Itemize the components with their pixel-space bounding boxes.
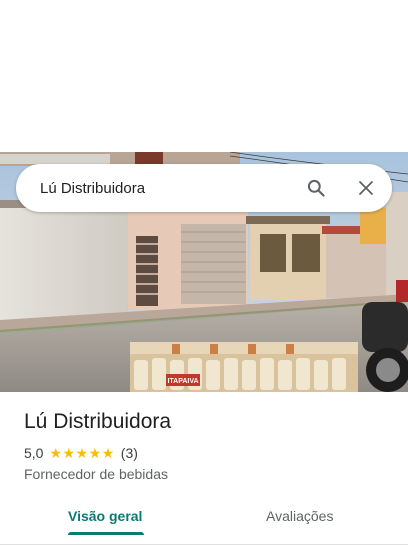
tab-overview[interactable]: Visão geral: [68, 496, 142, 536]
tab-bar: Visão geral Avaliações: [0, 496, 408, 545]
review-count[interactable]: (3): [121, 445, 138, 461]
search-input[interactable]: Lú Distribuidora: [40, 180, 304, 197]
star-rating: ★ ★ ★ ★ ★: [49, 446, 114, 460]
star-icon: ★: [88, 445, 102, 461]
star-icon: ★: [75, 445, 89, 461]
star-icon: ★: [62, 445, 76, 461]
place-category: Fornecedor de bebidas: [24, 466, 168, 482]
photo-sign-text: ITAPAIVA: [167, 378, 198, 385]
search-bar[interactable]: Lú Distribuidora: [16, 164, 392, 212]
rating-value: 5,0: [24, 445, 44, 461]
search-icon[interactable]: [304, 176, 328, 200]
star-icon: ★: [101, 445, 115, 461]
tab-reviews[interactable]: Avaliações: [266, 496, 333, 536]
place-info: Lú Distribuidora 5,0 ★ ★ ★ ★ ★ (3) Forne…: [24, 408, 384, 482]
star-icon: ★: [49, 445, 63, 461]
place-title: Lú Distribuidora: [24, 410, 172, 433]
close-icon[interactable]: [354, 176, 378, 200]
active-tab-indicator: [68, 532, 144, 535]
rating-row[interactable]: 5,0 ★ ★ ★ ★ ★ (3): [24, 444, 384, 462]
blank-top-area: [0, 0, 408, 152]
